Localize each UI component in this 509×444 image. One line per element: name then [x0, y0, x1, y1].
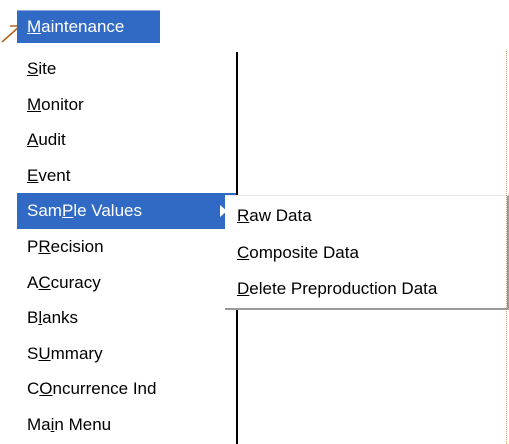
menu-item-accuracy[interactable]: A Ccuracy	[17, 265, 236, 301]
menu-item-label-pre: B	[27, 308, 39, 328]
menu-item-blanks[interactable]: Bl anks	[17, 300, 236, 336]
sample-values-submenu: Raw Data Composite Data Delete Preproducti…	[225, 195, 509, 310]
menu-item-event[interactable]: Event	[17, 158, 236, 194]
submenu-item-label-post: aw Data	[249, 206, 312, 225]
submenu-item-mnemonic: C	[237, 242, 250, 262]
menu-item-label-post: onitor	[41, 94, 84, 114]
menu-item-label-pre: Ma	[27, 415, 51, 434]
menu-item-label-pre: C	[27, 379, 40, 399]
submenu-item-label-post: elete Preproduction Data	[249, 279, 438, 298]
menu-item-precision[interactable]: P Recision	[17, 229, 236, 265]
menu-item-label-pre: P	[27, 237, 39, 256]
menu-item-label-post: ite	[38, 59, 57, 78]
menu-item-label-pre: S	[27, 343, 39, 363]
menu-item-label-post: n Menu	[54, 415, 112, 434]
menu-item-mnemonic: U	[38, 343, 51, 363]
menu-item-sample-values[interactable]: Sam Ple Values	[17, 193, 236, 230]
menu-item-label-post: mmary	[50, 343, 103, 363]
menu-item-concurrence-ind[interactable]: C Oncurrence Ind	[17, 371, 236, 407]
menu-item-label-pre: A	[27, 272, 39, 292]
menu-item-label-post: vent	[38, 165, 71, 185]
submenu-item-label-post: omposite Data	[249, 242, 359, 262]
menu-item-mnemonic: S	[27, 59, 39, 78]
menu-item-mnemonic: P	[61, 201, 74, 221]
menu-item-label-post: curacy	[50, 272, 101, 292]
menu-item-label-post: udit	[38, 130, 66, 150]
menu-item-mnemonic: O	[39, 379, 53, 399]
submenu-item-mnemonic: R	[237, 206, 250, 225]
menu-item-label-pre: Sam	[27, 201, 62, 221]
menu-item-audit[interactable]: Audit	[17, 122, 236, 158]
menu-item-summary[interactable]: S Ummary	[17, 336, 236, 372]
background-window-edge	[236, 51, 509, 52]
menu-item-mnemonic: E	[27, 165, 39, 185]
menu-item-site[interactable]: Site	[17, 51, 236, 87]
menu-bar-maintenance[interactable]: Maintenance	[17, 10, 160, 43]
menu-item-mnemonic: C	[38, 272, 51, 292]
menu-item-label-post: anks	[42, 308, 79, 328]
menu-item-main-menu[interactable]: Ma i n Menu	[17, 407, 236, 443]
menu-item-label-post: le Values	[73, 201, 142, 221]
menu-item-mnemonic: M	[27, 94, 42, 114]
menu-item-mnemonic: R	[38, 237, 51, 256]
maintenance-dropdown-menu: Site Monitor Audit Event Sam Ple Values P Recis…	[17, 51, 238, 444]
submenu-item-composite-data[interactable]: Composite Data	[225, 235, 505, 271]
menu-title-mnemonic: M	[27, 17, 42, 36]
menu-item-monitor[interactable]: Monitor	[17, 87, 236, 123]
menu-item-label-post: ncurrence Ind	[52, 379, 157, 399]
menu-item-mnemonic: A	[27, 130, 39, 150]
menu-item-label-post: ecision	[50, 237, 104, 256]
menu-title-rest: aintenance	[41, 17, 125, 36]
submenu-item-raw-data[interactable]: Raw Data	[225, 198, 505, 234]
submenu-item-mnemonic: D	[237, 279, 250, 298]
submenu-item-delete-preproduction-data[interactable]: Delete Preproduction Data	[225, 271, 505, 307]
